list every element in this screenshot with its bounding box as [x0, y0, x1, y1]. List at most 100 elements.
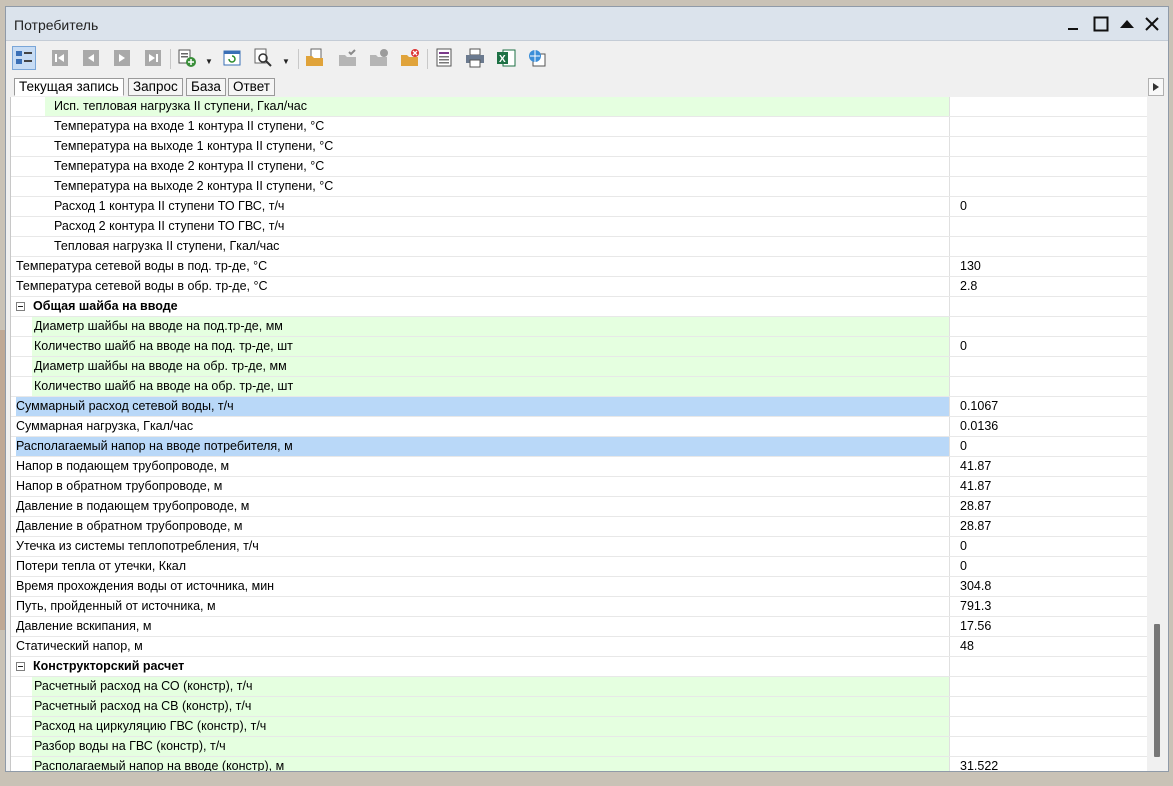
property-value[interactable]: 28.87 [951, 497, 1147, 516]
property-name-cell[interactable]: Температура на входе 2 контура II ступен… [11, 157, 950, 176]
tab-scroll-right-button[interactable] [1148, 78, 1164, 96]
property-row[interactable]: Располагаемый напор на вводе (констр), м… [11, 757, 1147, 771]
view-mode-button[interactable] [12, 46, 36, 70]
property-value[interactable] [951, 177, 1147, 196]
collapse-up-button[interactable] [1116, 13, 1138, 35]
property-value[interactable]: 0.1067 [951, 397, 1147, 416]
property-name-cell[interactable]: Расход на циркуляцию ГВС (констр), т/ч [11, 717, 950, 736]
property-value[interactable] [951, 737, 1147, 756]
property-row[interactable]: Разбор воды на ГВС (констр), т/ч [11, 737, 1147, 757]
property-value[interactable] [951, 377, 1147, 396]
chevron-down-icon[interactable]: ▼ [205, 57, 213, 66]
layer-settings-button[interactable] [175, 46, 199, 70]
property-name-cell[interactable]: Исп. тепловая нагрузка II ступени, Гкал/… [11, 97, 950, 116]
property-name-cell[interactable]: Количество шайб на вводе на обр. тр-де, … [11, 377, 950, 396]
property-row[interactable]: Количество шайб на вводе на под. тр-де, … [11, 337, 1147, 357]
property-value[interactable] [951, 217, 1147, 236]
property-value[interactable]: 0.0136 [951, 417, 1147, 436]
property-name-cell[interactable]: Расчетный расход на СО (констр), т/ч [11, 677, 950, 696]
property-row[interactable]: Суммарная нагрузка, Гкал/час 0.0136 [11, 417, 1147, 437]
property-value[interactable]: 2.8 [951, 277, 1147, 296]
minimize-button[interactable] [1062, 13, 1084, 35]
property-row[interactable]: Суммарный расход сетевой воды, т/ч 0.1067 [11, 397, 1147, 417]
property-value[interactable]: 0 [951, 197, 1147, 216]
property-value[interactable]: 0 [951, 337, 1147, 356]
tab-current-record[interactable]: Текущая запись [14, 78, 124, 96]
property-value[interactable]: 48 [951, 637, 1147, 656]
property-row[interactable]: Исп. тепловая нагрузка II ступени, Гкал/… [11, 97, 1147, 117]
property-name-cell[interactable]: Время прохождения воды от источника, мин [11, 577, 950, 596]
first-record-button[interactable] [48, 46, 72, 70]
property-value[interactable] [951, 677, 1147, 696]
property-row[interactable]: Напор в обратном трубопроводе, м 41.87 [11, 477, 1147, 497]
property-row[interactable]: Потери тепла от утечки, Ккал 0 [11, 557, 1147, 577]
property-name-cell[interactable]: Напор в обратном трубопроводе, м [11, 477, 950, 496]
property-name-cell[interactable]: Расход 1 контура II ступени ТО ГВС, т/ч [11, 197, 950, 216]
property-name-cell[interactable]: Температура на выходе 2 контура II ступе… [11, 177, 950, 196]
property-value[interactable]: 41.87 [951, 477, 1147, 496]
property-row[interactable]: Давление в обратном трубопроводе, м 28.87 [11, 517, 1147, 537]
property-row[interactable]: Располагаемый напор на вводе потребителя… [11, 437, 1147, 457]
property-row[interactable]: Давление в подающем трубопроводе, м 28.87 [11, 497, 1147, 517]
property-name-cell[interactable]: Утечка из системы теплопотребления, т/ч [11, 537, 950, 556]
property-row[interactable]: Температура на входе 1 контура II ступен… [11, 117, 1147, 137]
report-button[interactable] [432, 46, 456, 70]
property-row[interactable]: Температура сетевой воды в обр. тр-де, °… [11, 277, 1147, 297]
next-record-button[interactable] [110, 46, 134, 70]
tab-response[interactable]: Ответ [228, 78, 275, 96]
property-name-cell[interactable]: Количество шайб на вводе на под. тр-де, … [11, 337, 950, 356]
property-name-cell[interactable]: Расход 2 контура II ступени ТО ГВС, т/ч [11, 217, 950, 236]
property-value[interactable] [951, 97, 1147, 116]
group-row[interactable]: Общая шайба на вводе [11, 297, 1147, 317]
folder-add-button[interactable] [367, 46, 391, 70]
property-name-cell[interactable]: Температура на выходе 1 контура II ступе… [11, 137, 950, 156]
property-row[interactable]: Температура на выходе 1 контура II ступе… [11, 137, 1147, 157]
property-row[interactable]: Расход 2 контура II ступени ТО ГВС, т/ч [11, 217, 1147, 237]
property-row[interactable]: Температура на входе 2 контура II ступен… [11, 157, 1147, 177]
export-excel-button[interactable]: X [494, 46, 518, 70]
tab-database[interactable]: База [186, 78, 226, 96]
property-name-cell[interactable]: Статический напор, м [11, 637, 950, 656]
property-row[interactable]: Тепловая нагрузка II ступени, Гкал/час [11, 237, 1147, 257]
property-name-cell[interactable]: Давление в подающем трубопроводе, м [11, 497, 950, 516]
search-button[interactable] [251, 46, 275, 70]
property-name-cell[interactable]: Суммарный расход сетевой воды, т/ч [11, 397, 950, 416]
property-row[interactable]: Расчетный расход на СВ (констр), т/ч [11, 697, 1147, 717]
property-value[interactable] [951, 297, 1147, 316]
property-row[interactable]: Путь, пройденный от источника, м 791.3 [11, 597, 1147, 617]
property-value[interactable]: 791.3 [951, 597, 1147, 616]
property-row[interactable]: Напор в подающем трубопроводе, м 41.87 [11, 457, 1147, 477]
property-value[interactable]: 0 [951, 537, 1147, 556]
property-row[interactable]: Диаметр шайбы на вводе на под.тр-де, мм [11, 317, 1147, 337]
property-row[interactable]: Утечка из системы теплопотребления, т/ч 0 [11, 537, 1147, 557]
property-row[interactable]: Расчетный расход на СО (констр), т/ч [11, 677, 1147, 697]
print-button[interactable] [463, 46, 487, 70]
group-row[interactable]: Конструкторский расчет [11, 657, 1147, 677]
property-value[interactable]: 0 [951, 557, 1147, 576]
property-row[interactable]: Диаметр шайбы на вводе на обр. тр-де, мм [11, 357, 1147, 377]
property-name-cell[interactable]: Расчетный расход на СВ (констр), т/ч [11, 697, 950, 716]
property-row[interactable]: Давление вскипания, м 17.56 [11, 617, 1147, 637]
property-row[interactable]: Статический напор, м 48 [11, 637, 1147, 657]
property-value[interactable] [951, 117, 1147, 136]
property-name-cell[interactable]: Тепловая нагрузка II ступени, Гкал/час [11, 237, 950, 256]
property-grid[interactable]: Исп. тепловая нагрузка II ступени, Гкал/… [10, 97, 1147, 771]
property-name-cell[interactable]: Давление в обратном трубопроводе, м [11, 517, 950, 536]
property-value[interactable]: 0 [951, 437, 1147, 456]
property-name-cell[interactable]: Конструкторский расчет [11, 657, 950, 676]
export-web-button[interactable] [525, 46, 549, 70]
folder-check-button[interactable] [336, 46, 360, 70]
property-row[interactable]: Расход 1 контура II ступени ТО ГВС, т/ч 0 [11, 197, 1147, 217]
scrollbar-thumb[interactable] [1154, 624, 1160, 757]
property-row[interactable]: Время прохождения воды от источника, мин… [11, 577, 1147, 597]
tab-query[interactable]: Запрос [128, 78, 183, 96]
property-value[interactable] [951, 317, 1147, 336]
maximize-button[interactable] [1090, 13, 1112, 35]
property-name-cell[interactable]: Диаметр шайбы на вводе на обр. тр-де, мм [11, 357, 950, 376]
property-value[interactable]: 28.87 [951, 517, 1147, 536]
vertical-scrollbar[interactable] [1151, 97, 1168, 771]
property-name-cell[interactable]: Суммарная нагрузка, Гкал/час [11, 417, 950, 436]
property-name-cell[interactable]: Температура сетевой воды в под. тр-де, °… [11, 257, 950, 276]
property-name-cell[interactable]: Располагаемый напор на вводе (констр), м [11, 757, 950, 771]
property-value[interactable] [951, 357, 1147, 376]
